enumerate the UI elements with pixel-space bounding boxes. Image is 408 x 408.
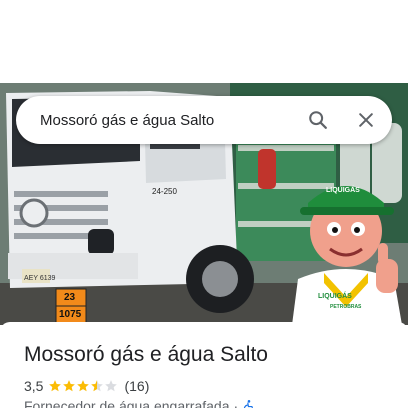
rating-value: 3,5 — [24, 378, 44, 394]
star-icon — [105, 380, 118, 392]
place-details-sheet[interactable]: Mossoró gás e água Salto 3,5 (16) Fornec… — [0, 322, 408, 408]
hazard-code-top: 23 — [64, 292, 76, 303]
place-category: Fornecedor de água engarrafada — [24, 398, 230, 408]
search-button[interactable] — [298, 100, 338, 140]
category-row: Fornecedor de água engarrafada · — [24, 398, 384, 408]
place-title: Mossoró gás e água Salto — [24, 343, 268, 366]
review-count[interactable]: (16) — [124, 378, 149, 394]
star-icon — [91, 380, 104, 392]
separator-dot: · — [233, 398, 239, 408]
wheelchair-accessible-icon — [244, 400, 254, 408]
mascot-shirt-logo: LIQUIGÁS — [318, 293, 352, 300]
star-icon — [63, 380, 76, 392]
cab-model-text: 24-250 — [152, 187, 177, 196]
close-icon — [359, 113, 373, 127]
hazard-code-bottom: 1075 — [59, 309, 82, 320]
search-input[interactable]: Mossoró gás e água Salto — [40, 112, 298, 129]
mascot-shirt-sub: PETROBRAS — [330, 304, 362, 310]
clear-search-button[interactable] — [346, 100, 386, 140]
truck-plate-text: AEY 6139 — [24, 275, 56, 282]
search-icon — [309, 111, 327, 129]
star-icon — [77, 380, 90, 392]
search-bar[interactable]: Mossoró gás e água Salto — [16, 96, 392, 144]
maps-place-screen: AEY 6139 23 1075 24-250 LIQUIGÁS LIQUIGÁ… — [0, 0, 408, 408]
star-icon — [49, 380, 62, 392]
mascot-cap-logo: LIQUIGÁS — [326, 187, 360, 194]
star-rating — [48, 379, 118, 393]
rating-row[interactable]: 3,5 (16) — [24, 378, 384, 394]
